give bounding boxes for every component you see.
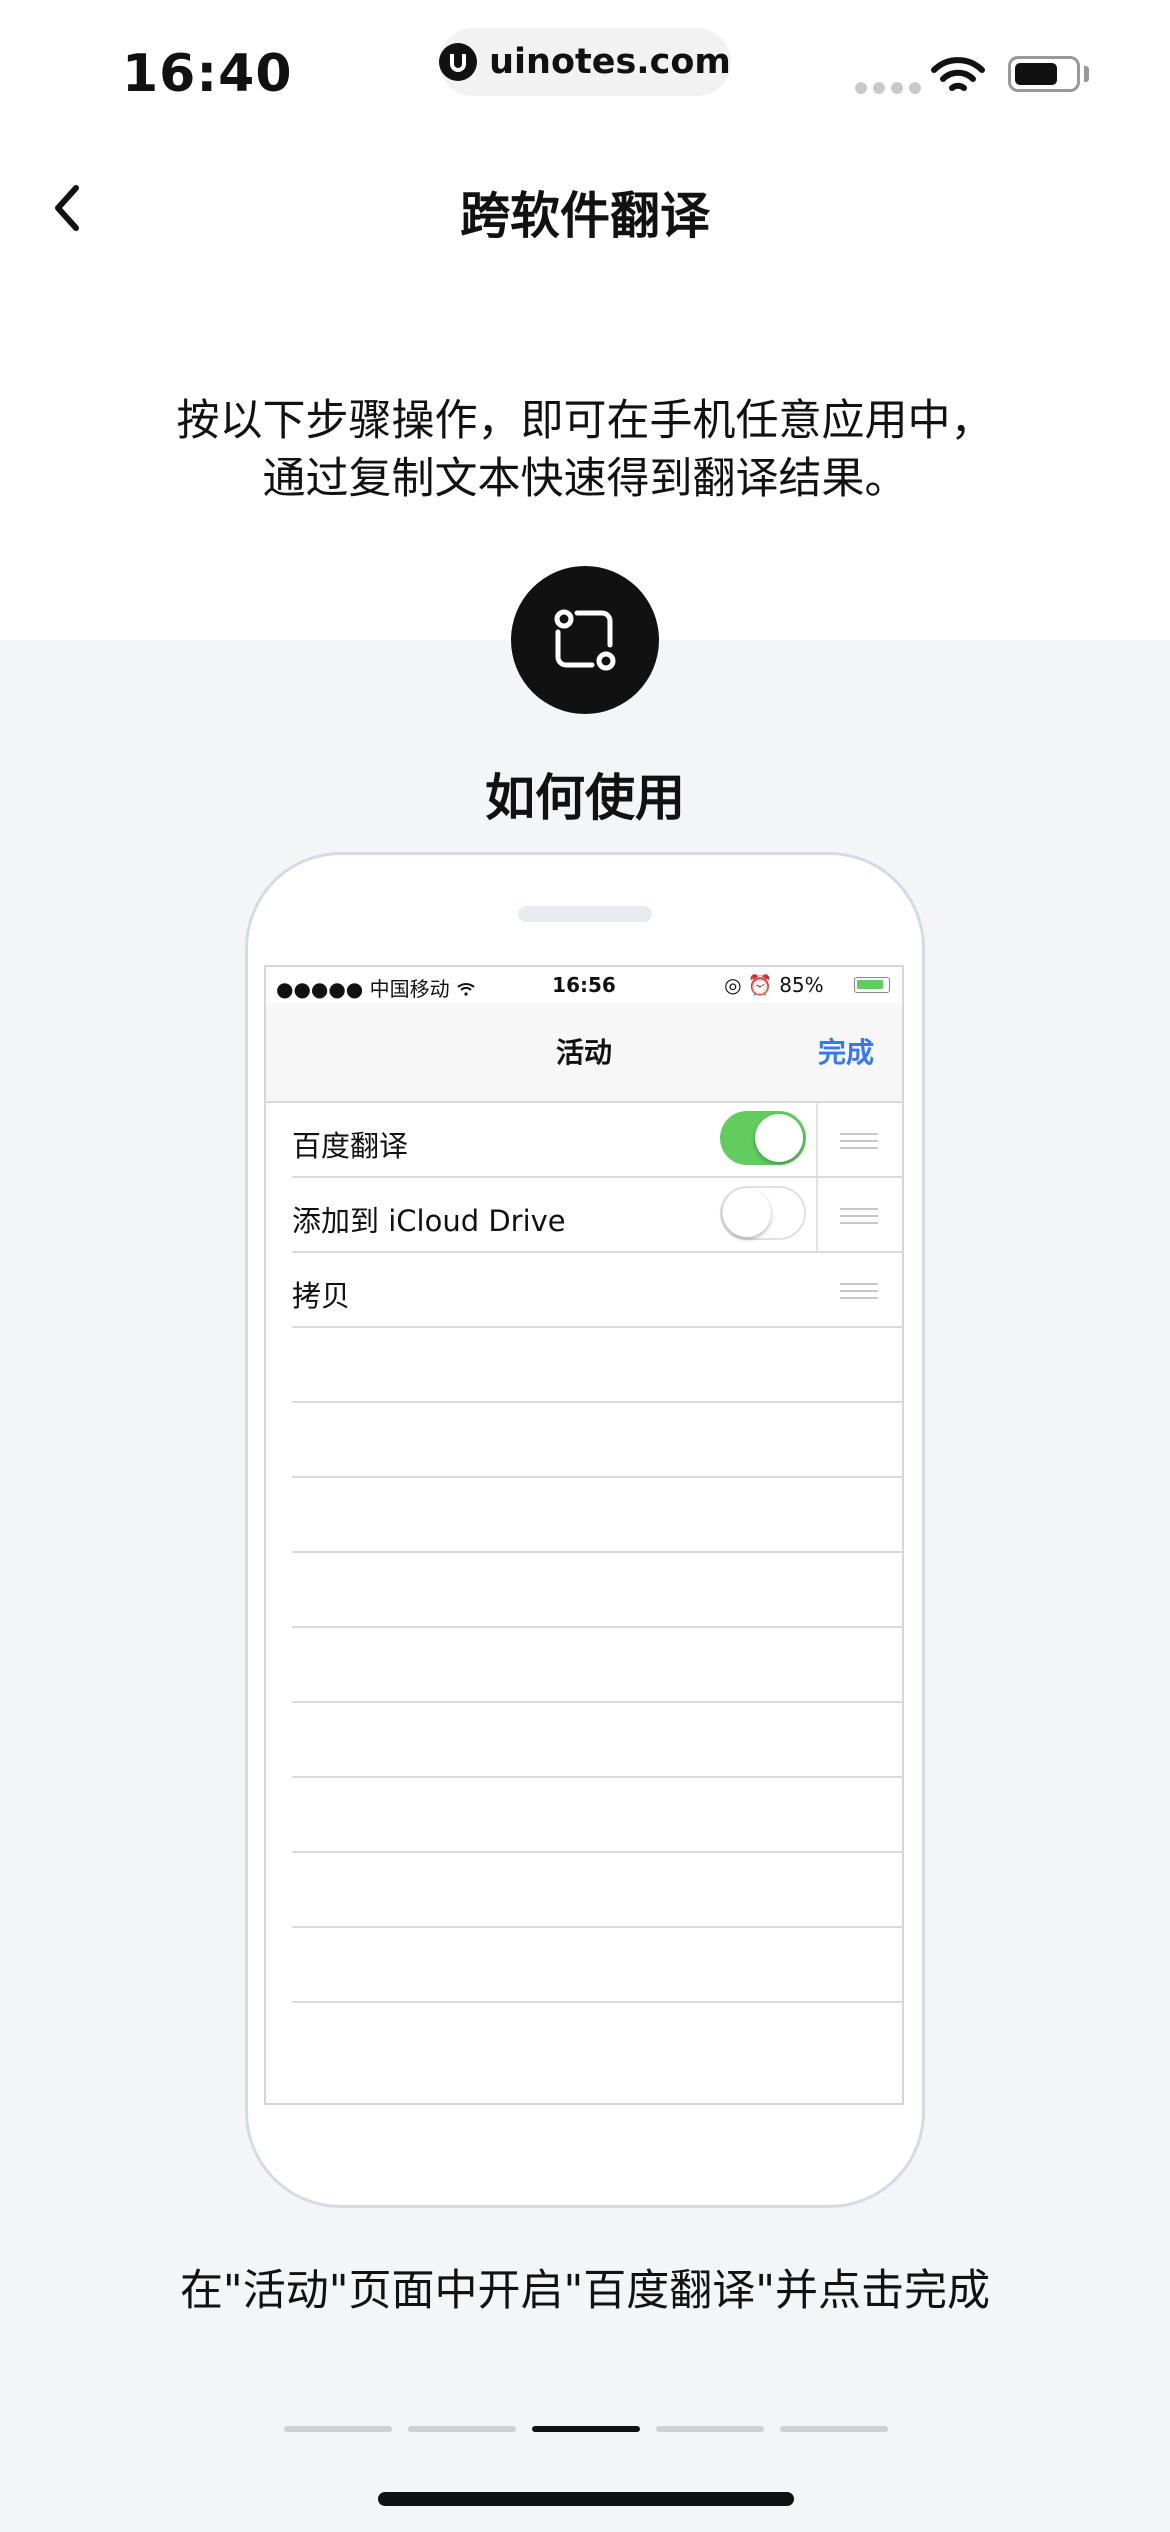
intro-line-2: 通过复制文本快速得到翻译结果。 (262, 454, 908, 504)
row-label-baidu-translate: 百度翻译 (292, 1129, 409, 1163)
wifi-icon (930, 56, 986, 100)
list-item: 百度翻译 (266, 1103, 902, 1178)
table-row (292, 1926, 902, 1928)
battery-icon (1008, 56, 1080, 92)
status-time: 16:40 (122, 44, 293, 104)
page-dot-3[interactable] (532, 2426, 640, 2432)
uinotes-logo-icon (439, 43, 478, 81)
row-separator (816, 1178, 818, 1253)
mock-nav-bar: 活动 完成 (266, 1003, 902, 1103)
table-row (292, 1551, 902, 1553)
mock-battery-icon (854, 977, 890, 993)
table-row (292, 1476, 902, 1478)
page-dot-2[interactable] (408, 2426, 516, 2432)
table-row (292, 1701, 902, 1703)
section-title: 如何使用 (485, 769, 685, 827)
list-item: 添加到 iCloud Drive (266, 1178, 902, 1253)
table-row (292, 1776, 902, 1778)
url-text: uinotes.com (489, 42, 731, 82)
mock-nav-title: 活动 (555, 1036, 612, 1069)
phone-speaker (518, 906, 652, 922)
page-indicator (284, 2426, 888, 2432)
page-dot-1[interactable] (284, 2426, 392, 2432)
battery-cap (1084, 66, 1089, 82)
row-label-copy: 拷贝 (292, 1279, 351, 1313)
step-caption: 在"活动"页面中开启"百度翻译"并点击完成 (179, 2266, 991, 2316)
drag-handle-icon[interactable] (840, 1208, 878, 1224)
url-pill[interactable]: uinotes.com (439, 28, 731, 96)
table-row (292, 1401, 902, 1403)
mock-done-button[interactable]: 完成 (818, 1031, 874, 1071)
mock-status-right: ◎ ⏰ 85% (724, 973, 874, 997)
icloud-drive-toggle[interactable] (720, 1186, 806, 1240)
scan-crop-icon (554, 609, 616, 671)
section-icon-badge (511, 566, 659, 714)
mock-battery-text: 85% (779, 973, 824, 997)
phone-screen: ●●●●● 中国移动 16:56 ◎ ⏰ 85% 活动 完成 百度翻译 添加到 … (264, 965, 904, 2105)
list-item: 拷贝 (266, 1253, 902, 1328)
mock-lock-icon: ◎ (724, 973, 742, 997)
page-dot-4[interactable] (656, 2426, 764, 2432)
page-dot-5[interactable] (780, 2426, 888, 2432)
page-title: 跨软件翻译 (460, 187, 710, 245)
intro-line-1: 按以下步骤操作，即可在手机任意应用中， (176, 396, 994, 446)
row-label-icloud-drive: 添加到 iCloud Drive (292, 1204, 566, 1238)
mock-status-bar: ●●●●● 中国移动 16:56 ◎ ⏰ 85% (266, 967, 902, 1003)
drag-handle-icon[interactable] (840, 1283, 878, 1299)
table-row (292, 2001, 902, 2003)
mock-alarm-icon: ⏰ (747, 973, 773, 997)
row-separator (816, 1103, 818, 1178)
home-indicator[interactable] (378, 2492, 794, 2506)
baidu-translate-toggle[interactable] (720, 1111, 806, 1165)
table-row (292, 1851, 902, 1853)
intro-text: 按以下步骤操作，即可在手机任意应用中， 通过复制文本快速得到翻译结果。 (0, 392, 1170, 508)
signal-dots-icon (855, 82, 921, 94)
drag-handle-icon[interactable] (840, 1133, 878, 1149)
table-row (292, 1626, 902, 1628)
